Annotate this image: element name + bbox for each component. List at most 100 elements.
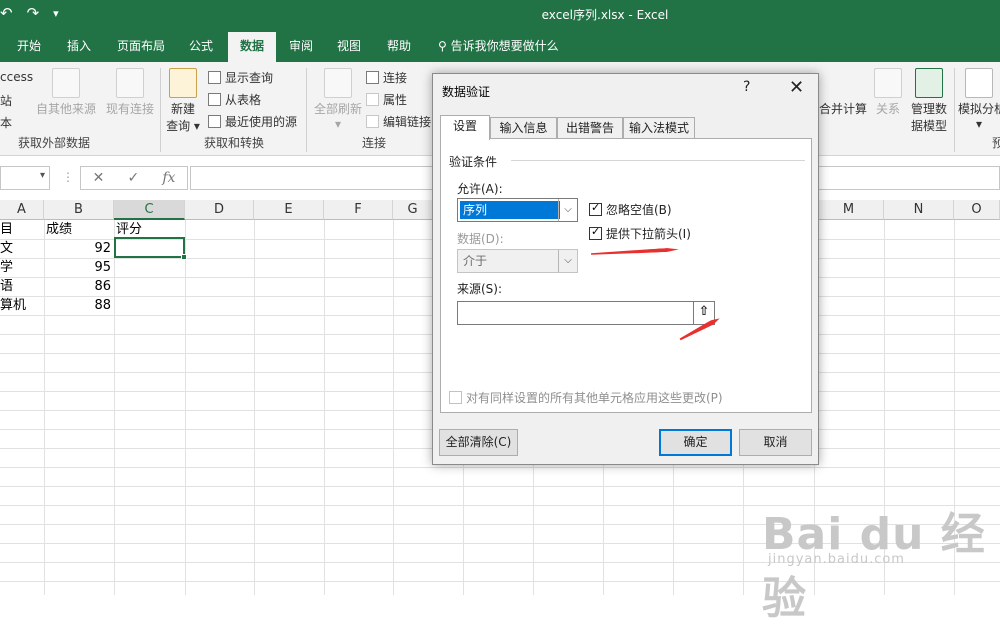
access-partial[interactable]: ccess bbox=[0, 70, 33, 84]
tab-error-alert[interactable]: 出错警告 bbox=[557, 117, 623, 139]
column-header-g[interactable]: G bbox=[393, 200, 433, 220]
tab-settings[interactable]: 设置 bbox=[440, 115, 490, 140]
tab-review[interactable]: 审阅 bbox=[278, 32, 324, 62]
tab-ime-mode[interactable]: 输入法模式 bbox=[623, 117, 695, 139]
properties-button[interactable]: 属性 bbox=[366, 91, 407, 108]
cell-b1[interactable]: 成绩 bbox=[46, 220, 114, 239]
group-divider bbox=[511, 160, 805, 161]
data-value: 介于 bbox=[463, 254, 488, 268]
show-queries-icon bbox=[208, 71, 221, 84]
apply-to-all-checkbox: 对有同样设置的所有其他单元格应用这些更改(P) bbox=[449, 389, 723, 406]
chevron-down-icon[interactable]: ⌵ bbox=[558, 199, 577, 221]
relationships-icon bbox=[874, 68, 902, 98]
manage-data-model-button[interactable]: 管理数 据模型 bbox=[908, 68, 950, 134]
in-cell-dropdown-checkbox[interactable]: 提供下拉箭头(I) bbox=[589, 225, 691, 242]
new-query-button[interactable]: 新建 查询 ▾ bbox=[164, 68, 202, 134]
tab-formulas[interactable]: 公式 bbox=[178, 32, 224, 62]
tell-me-search[interactable]: ⚲ 告诉我你想要做什么 bbox=[438, 32, 559, 62]
ok-button[interactable]: 确定 bbox=[659, 429, 732, 456]
refresh-all-button[interactable]: 全部刷新 ▾ bbox=[312, 68, 364, 131]
cell-a1[interactable]: 目 bbox=[0, 220, 44, 239]
group-external-data-label: 获取外部数据 bbox=[18, 136, 91, 150]
clear-all-button[interactable]: 全部清除(C) bbox=[439, 429, 518, 456]
checkbox-checked-icon bbox=[589, 201, 602, 216]
tab-insert[interactable]: 插入 bbox=[56, 32, 102, 62]
allow-select[interactable]: 序列 ⌵ bbox=[457, 198, 578, 222]
what-if-analysis-button[interactable]: 模拟分析▾ bbox=[958, 68, 1000, 131]
name-box[interactable]: ▾ bbox=[0, 166, 50, 190]
source-input[interactable] bbox=[457, 301, 712, 325]
tab-input-message[interactable]: 输入信息 bbox=[490, 117, 557, 139]
cell-a5[interactable]: 算机 bbox=[0, 296, 44, 315]
data-model-icon bbox=[915, 68, 943, 98]
table-icon bbox=[208, 93, 221, 106]
allow-label: 允许(A): bbox=[457, 182, 503, 196]
tab-home[interactable]: 开始 bbox=[6, 32, 52, 62]
group-transform-label: 获取和转换 bbox=[204, 136, 265, 150]
ignore-blank-checkbox[interactable]: 忽略空值(B) bbox=[589, 201, 672, 218]
edit-links-button[interactable]: 编辑链接 bbox=[366, 113, 431, 130]
column-header-c[interactable]: C bbox=[114, 200, 185, 220]
cell-b3[interactable]: 95 bbox=[44, 258, 114, 277]
column-header-e[interactable]: E bbox=[254, 200, 324, 220]
chevron-down-icon[interactable]: ▾ bbox=[40, 170, 45, 181]
column-header-o[interactable]: O bbox=[954, 200, 1000, 220]
refresh-icon bbox=[324, 68, 352, 98]
chevron-down-icon: ⌵ bbox=[558, 250, 577, 272]
connections-icon bbox=[366, 71, 379, 84]
tab-help[interactable]: 帮助 bbox=[376, 32, 422, 62]
cell-a4[interactable]: 语 bbox=[0, 277, 44, 296]
close-icon[interactable]: ✕ bbox=[789, 77, 804, 98]
web-partial[interactable]: 站 bbox=[0, 92, 12, 109]
column-header-m[interactable]: M bbox=[814, 200, 884, 220]
data-label: 数据(D): bbox=[457, 232, 504, 246]
tab-page-layout[interactable]: 页面布局 bbox=[108, 32, 174, 62]
cell-a3[interactable]: 学 bbox=[0, 258, 44, 277]
existing-connections-button[interactable]: 现有连接 bbox=[102, 68, 158, 117]
consolidate-button[interactable]: 合并计算 bbox=[818, 68, 868, 117]
cell-b5[interactable]: 88 bbox=[44, 296, 114, 315]
allow-value: 序列 bbox=[460, 201, 560, 219]
tab-view[interactable]: 视图 bbox=[326, 32, 372, 62]
what-if-icon bbox=[965, 68, 993, 98]
column-header-n[interactable]: N bbox=[884, 200, 954, 220]
checkbox-unchecked-icon bbox=[449, 391, 462, 404]
dialog-title: 数据验证 bbox=[442, 85, 491, 99]
from-table-button[interactable]: 从表格 bbox=[208, 91, 261, 108]
cell-b4[interactable]: 86 bbox=[44, 277, 114, 296]
column-header-f[interactable]: F bbox=[324, 200, 393, 220]
relationships-button[interactable]: 关系 bbox=[870, 68, 906, 117]
search-icon: ⚲ bbox=[438, 39, 451, 53]
fill-handle[interactable] bbox=[181, 254, 187, 260]
other-sources-icon bbox=[52, 68, 80, 98]
title-bar: ↶ ↷ ▾ excel序列.xlsx - Excel bbox=[0, 0, 1000, 32]
cancel-icon[interactable]: ✕ bbox=[93, 170, 105, 186]
recent-sources-button[interactable]: 最近使用的源 bbox=[208, 113, 297, 130]
insert-function-icon[interactable]: fx bbox=[162, 170, 175, 186]
cell-b2[interactable]: 92 bbox=[44, 239, 114, 258]
other-sources-button[interactable]: 自其他来源 bbox=[34, 68, 98, 117]
show-queries-button[interactable]: 显示查询 bbox=[208, 69, 273, 86]
data-select: 介于 ⌵ bbox=[457, 249, 578, 273]
watermark-url: jingyan.baidu.com bbox=[768, 552, 905, 567]
settings-panel: 验证条件 允许(A): 序列 ⌵ 忽略空值(B) 提供下拉箭头(I) 数据(D)… bbox=[440, 138, 812, 413]
column-header-b[interactable]: B bbox=[44, 200, 114, 220]
enter-icon[interactable]: ✓ bbox=[127, 170, 139, 186]
formula-bar-splitter[interactable]: ⋮ bbox=[62, 170, 74, 184]
existing-connections-icon bbox=[116, 68, 144, 98]
cell-a2[interactable]: 文 bbox=[0, 239, 44, 258]
cancel-button[interactable]: 取消 bbox=[739, 429, 812, 456]
group-connections-label: 连接 bbox=[362, 136, 387, 150]
column-header-a[interactable]: A bbox=[0, 200, 44, 220]
active-cell-c2[interactable] bbox=[114, 237, 187, 260]
recent-sources-icon bbox=[208, 115, 221, 128]
group-separator bbox=[306, 68, 307, 152]
formula-buttons: ✕ ✓ fx bbox=[80, 166, 188, 190]
column-header-d[interactable]: D bbox=[185, 200, 254, 220]
text-partial[interactable]: 本 bbox=[0, 114, 12, 131]
validation-criteria-label: 验证条件 bbox=[449, 155, 498, 169]
tab-data[interactable]: 数据 bbox=[228, 32, 276, 62]
connections-button[interactable]: 连接 bbox=[366, 69, 407, 86]
group-separator bbox=[160, 68, 161, 152]
help-icon[interactable]: ? bbox=[743, 79, 750, 95]
